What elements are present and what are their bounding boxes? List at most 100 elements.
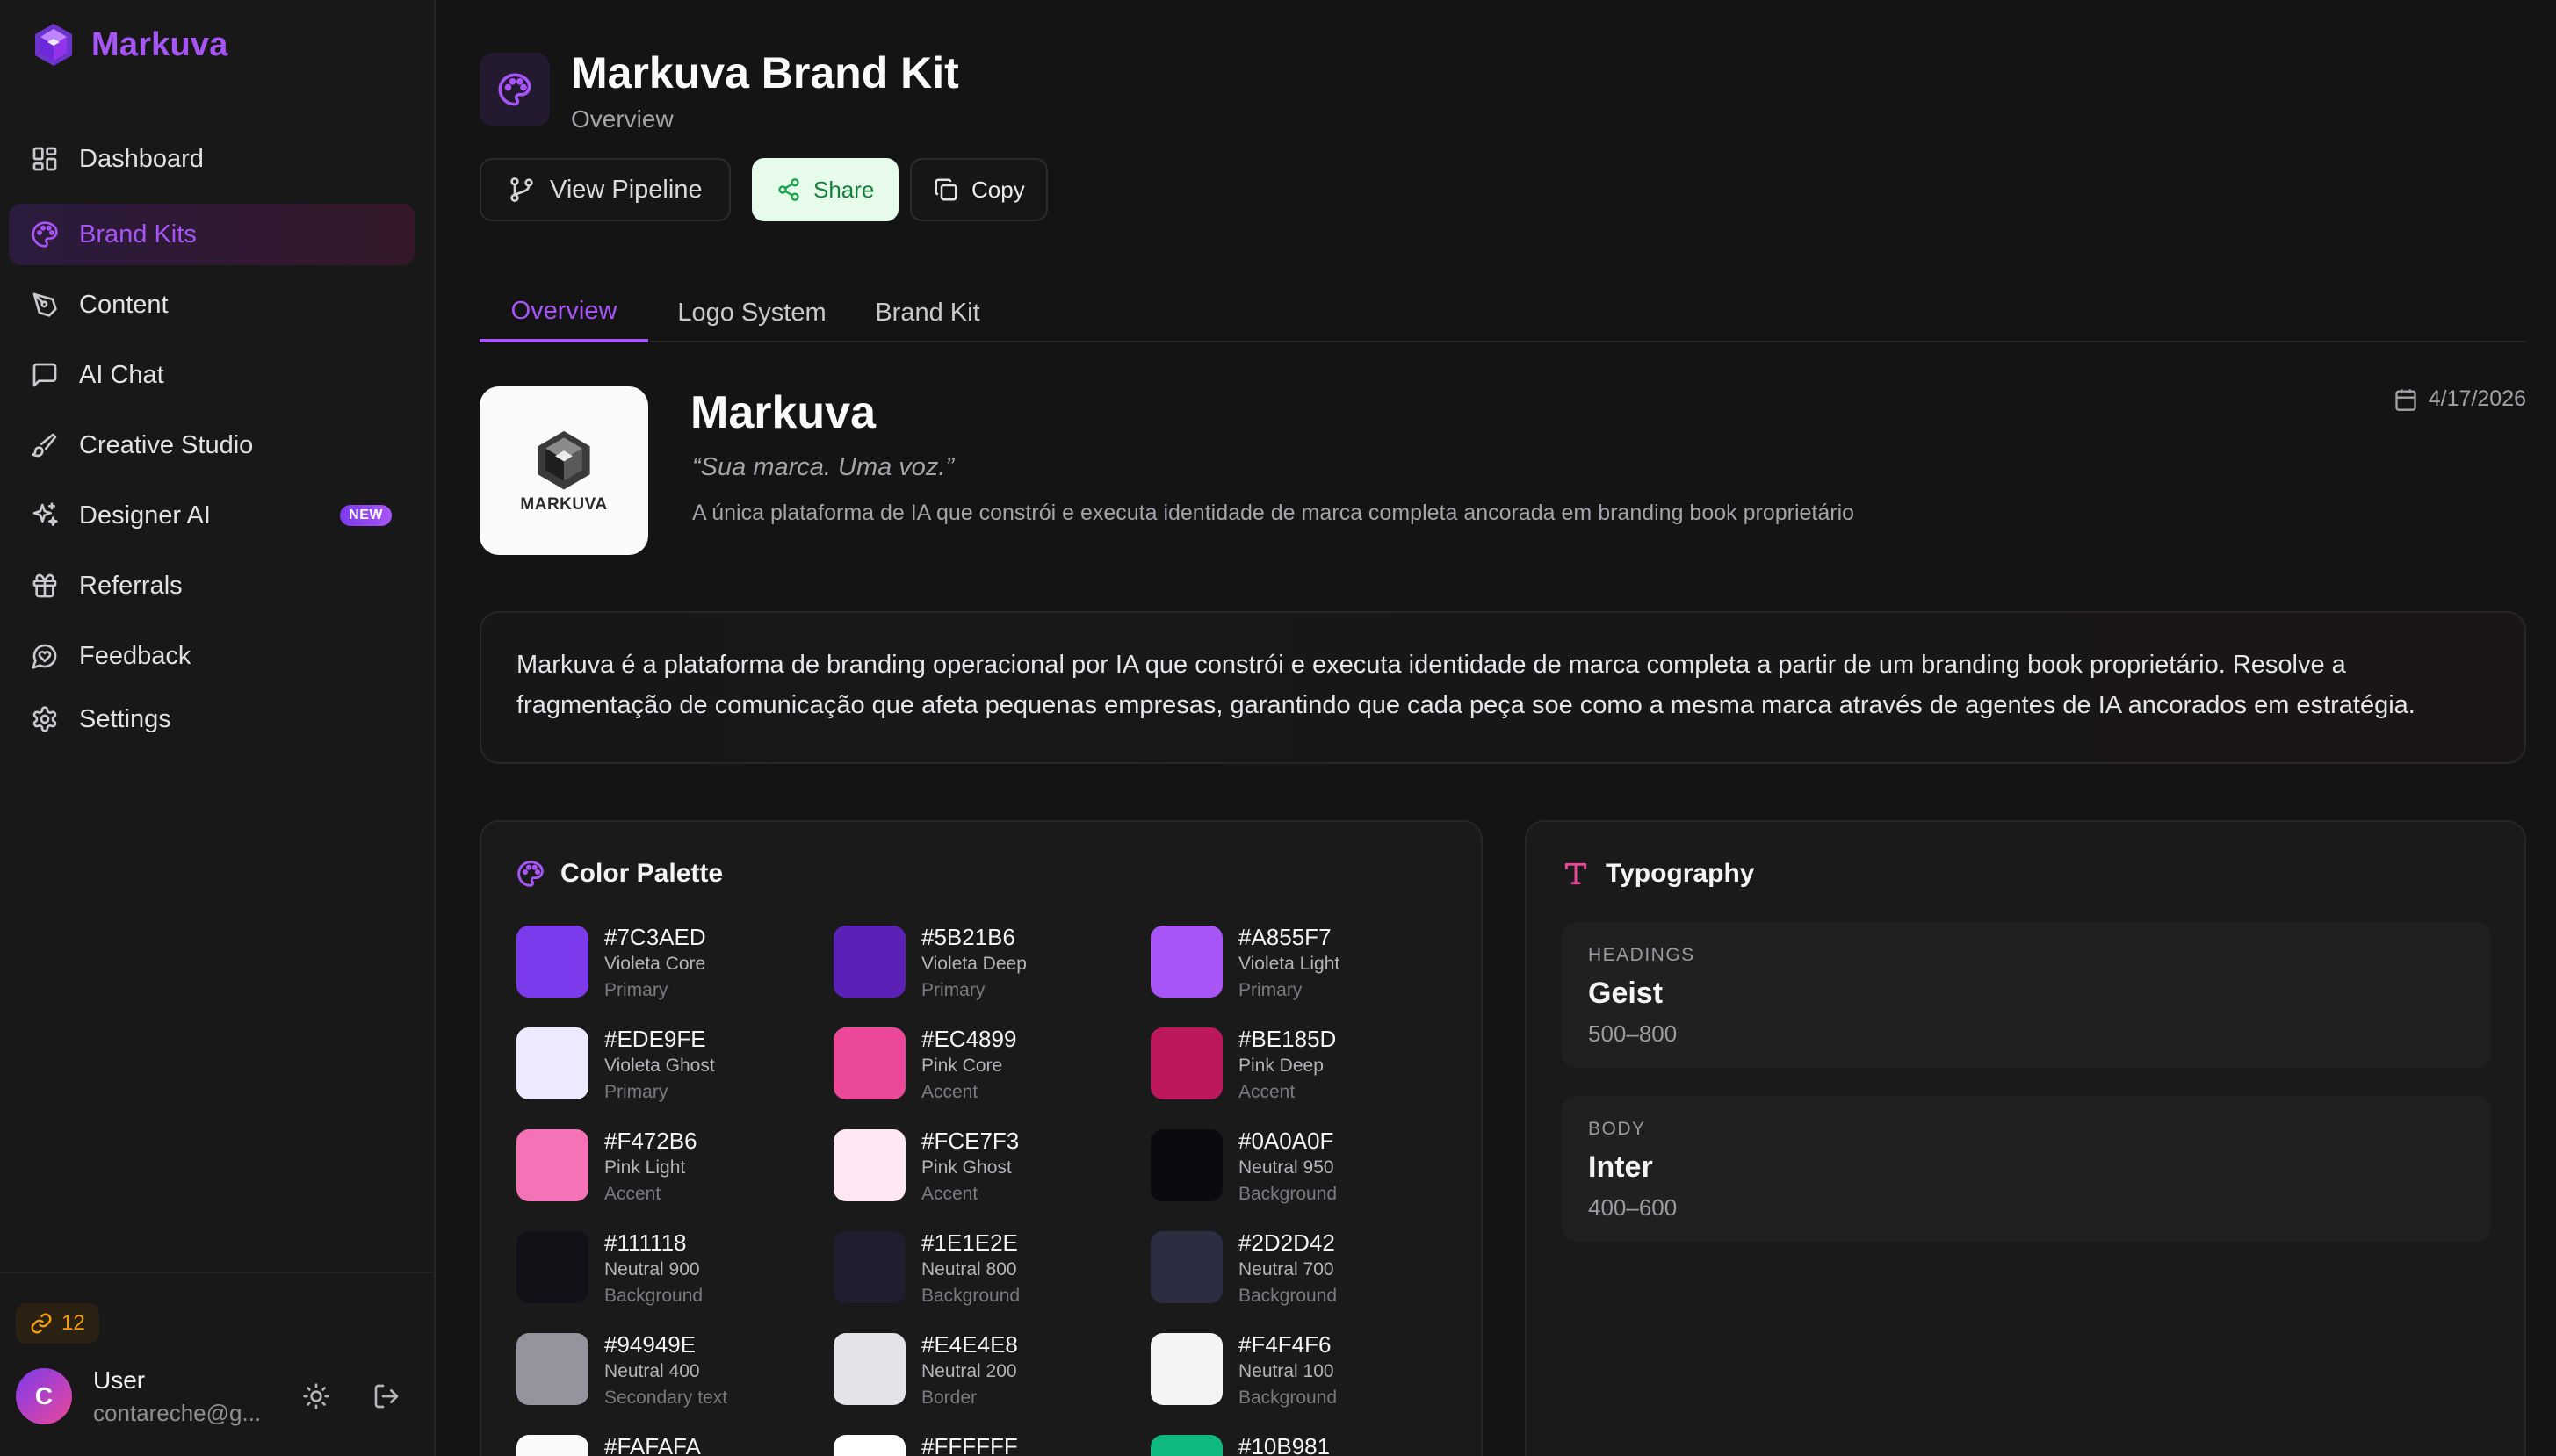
view-pipeline-button[interactable]: View Pipeline [480, 158, 731, 221]
color-swatch[interactable]: #10B981 [1151, 1433, 1449, 1456]
color-chip[interactable] [834, 1333, 906, 1405]
color-palette-header: Color Palette [516, 859, 723, 889]
avatar[interactable]: C [16, 1368, 72, 1424]
avatar-initial: C [34, 1382, 54, 1409]
sidebar-item-ai-chat[interactable]: AI Chat [9, 344, 415, 406]
sidebar-item-label: Dashboard [79, 144, 204, 173]
sidebar-item-content[interactable]: Content [9, 274, 415, 335]
tab-overview[interactable]: Overview [480, 285, 648, 342]
color-chip[interactable] [834, 926, 906, 998]
sidebar-item-dashboard[interactable]: Dashboard [9, 128, 415, 190]
color-swatch[interactable]: #EDE9FE Violeta Ghost Primary [516, 1026, 815, 1112]
font-family-name: Inter [1588, 1150, 1653, 1184]
color-chip[interactable] [516, 1333, 588, 1405]
brand-description: A única plataforma de IA que constrói e … [692, 501, 1855, 525]
color-swatch[interactable]: #FAFAFA [516, 1433, 815, 1456]
color-swatch[interactable]: #111118 Neutral 900 Background [516, 1229, 815, 1315]
color-swatch[interactable]: #E4E4E8 Neutral 200 Border [834, 1331, 1132, 1417]
sidebar-footer: 12 C User contareche@g... [0, 1272, 436, 1456]
brand-date: 4/17/2026 [2394, 386, 2526, 412]
color-chip[interactable] [834, 1231, 906, 1303]
color-chip[interactable] [516, 926, 588, 998]
color-hex: #5B21B6 [921, 924, 1015, 950]
page-title: Markuva Brand Kit [571, 48, 959, 97]
sidebar-item-label: Creative Studio [79, 430, 254, 459]
logout-icon [374, 1384, 399, 1409]
tab-brand-kit[interactable]: Brand Kit [866, 285, 989, 342]
color-role: Background [604, 1286, 704, 1306]
sidebar-item-referrals[interactable]: Referrals [9, 555, 415, 616]
color-chip[interactable] [834, 1129, 906, 1201]
color-swatch[interactable]: #5B21B6 Violeta Deep Primary [834, 924, 1132, 1010]
color-chip[interactable] [1151, 1333, 1223, 1405]
color-hex: #10B981 [1238, 1433, 1331, 1456]
new-badge: NEW [340, 505, 392, 526]
color-chip[interactable] [1151, 1231, 1223, 1303]
sidebar-item-brand-kits[interactable]: Brand Kits [9, 204, 415, 265]
brand-name: Markuva [690, 387, 876, 438]
color-role: Accent [604, 1184, 661, 1204]
color-chip[interactable] [1151, 926, 1223, 998]
theme-toggle-button[interactable] [299, 1379, 334, 1414]
color-swatch[interactable]: #F4F4F6 Neutral 100 Background [1151, 1331, 1449, 1417]
tab-logo-system[interactable]: Logo System [673, 285, 831, 342]
gear-icon [30, 704, 60, 734]
color-hex: #94949E [604, 1331, 697, 1358]
color-hex: #F4F4F6 [1238, 1331, 1332, 1358]
sun-icon [303, 1383, 329, 1409]
brand-home-link[interactable]: Markuva [30, 21, 228, 68]
credits-badge[interactable]: 12 [16, 1303, 99, 1344]
logout-button[interactable] [369, 1379, 404, 1414]
color-name: Violeta Deep [921, 954, 1027, 974]
share-button[interactable]: Share [752, 158, 899, 221]
color-swatch[interactable]: #0A0A0F Neutral 950 Background [1151, 1128, 1449, 1214]
color-chip[interactable] [1151, 1129, 1223, 1201]
sidebar-item-label: Brand Kits [79, 220, 197, 249]
color-name: Neutral 700 [1238, 1259, 1334, 1279]
color-swatch[interactable]: #EC4899 Pink Core Accent [834, 1026, 1132, 1112]
color-chip[interactable] [834, 1027, 906, 1099]
sidebar-item-creative-studio[interactable]: Creative Studio [9, 414, 415, 476]
color-swatch[interactable]: #2D2D42 Neutral 700 Background [1151, 1229, 1449, 1315]
gift-icon [30, 571, 60, 601]
color-chip[interactable] [834, 1435, 906, 1456]
color-swatch[interactable]: #1E1E2E Neutral 800 Background [834, 1229, 1132, 1315]
color-name: Pink Deep [1238, 1056, 1324, 1076]
logo-wordmark: MARKUVA [520, 495, 608, 514]
color-role: Background [1238, 1388, 1338, 1408]
color-chip[interactable] [516, 1129, 588, 1201]
dashboard-icon [30, 144, 60, 174]
color-name: Pink Ghost [921, 1157, 1012, 1178]
color-chip[interactable] [516, 1435, 588, 1456]
sidebar-item-settings[interactable]: Settings [9, 688, 415, 750]
color-swatch[interactable]: #A855F7 Violeta Light Primary [1151, 924, 1449, 1010]
color-name: Neutral 900 [604, 1259, 700, 1279]
color-chip[interactable] [516, 1231, 588, 1303]
git-branch-icon [510, 177, 533, 202]
sidebar-item-label: AI Chat [79, 360, 164, 389]
color-swatch[interactable]: #94949E Neutral 400 Secondary text [516, 1331, 815, 1417]
color-name: Neutral 950 [1238, 1157, 1334, 1178]
typography-card: Typography HEADINGS Geist 500–800 BODY I… [1525, 820, 2526, 1456]
font-body: BODY Inter 400–600 [1562, 1096, 2491, 1242]
copy-button[interactable]: Copy [910, 158, 1048, 221]
tab-bar: Overview Logo System Brand Kit [480, 272, 2526, 342]
color-swatch[interactable]: #FFFFFF [834, 1433, 1132, 1456]
color-chip[interactable] [516, 1027, 588, 1099]
color-chip[interactable] [1151, 1027, 1223, 1099]
color-role: Border [921, 1388, 978, 1408]
font-family-name: Geist [1588, 977, 1664, 1010]
color-name: Neutral 400 [604, 1361, 700, 1381]
font-role-label: HEADINGS [1588, 945, 1695, 965]
color-chip[interactable] [1151, 1435, 1223, 1456]
view-pipeline-label: View Pipeline [550, 175, 703, 204]
color-swatch[interactable]: #7C3AED Violeta Core Primary [516, 924, 815, 1010]
typography-title: Typography [1606, 859, 1755, 888]
sidebar-item-designer-ai[interactable]: Designer AI NEW [9, 485, 415, 546]
sidebar-item-feedback[interactable]: Feedback [9, 625, 415, 687]
color-swatch[interactable]: #F472B6 Pink Light Accent [516, 1128, 815, 1214]
sidebar-item-label: Referrals [79, 571, 183, 600]
color-swatch[interactable]: #BE185D Pink Deep Accent [1151, 1026, 1449, 1112]
color-swatch[interactable]: #FCE7F3 Pink Ghost Accent [834, 1128, 1132, 1214]
color-name: Violeta Core [604, 954, 706, 974]
